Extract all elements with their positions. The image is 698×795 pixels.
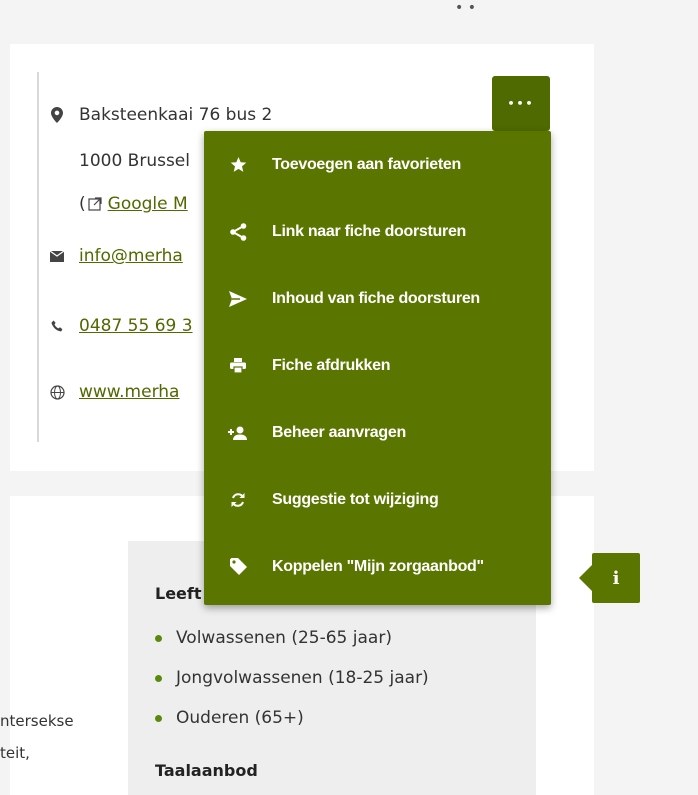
- globe-icon: [45, 384, 69, 400]
- menu-item-label: Koppelen "Mijn zorgaanbod": [272, 557, 484, 575]
- bullet-icon: [155, 714, 162, 722]
- language-heading: Taalaanbod: [155, 761, 258, 780]
- menu-item-manage-requests[interactable]: Beheer aanvragen: [204, 399, 551, 466]
- menu-item-label: Toevoegen aan favorieten: [272, 155, 462, 173]
- website-row: www.merha: [45, 382, 179, 402]
- list-item: Jongvolwassenen (18-25 jaar): [155, 668, 429, 688]
- tag-icon: [204, 558, 272, 575]
- share-icon: [204, 222, 272, 241]
- phone-row: 0487 55 69 3: [45, 316, 193, 336]
- location-pin-icon: [45, 107, 69, 123]
- menu-item-share-link[interactable]: Link naar fiche doorsturen: [204, 198, 551, 265]
- side-text-line: ntersekse: [0, 712, 74, 730]
- add-user-icon: [204, 426, 272, 440]
- top-strip: • •: [0, 0, 698, 44]
- menu-item-link-care-offer[interactable]: Koppelen "Mijn zorgaanbod": [204, 533, 551, 600]
- top-glyphs: • •: [455, 0, 476, 16]
- more-dots-icon: •••: [507, 97, 535, 110]
- website-link[interactable]: www.merha: [79, 382, 179, 402]
- send-icon: [204, 290, 272, 307]
- menu-item-favorites[interactable]: Toevoegen aan favorieten: [204, 131, 551, 198]
- google-maps-link[interactable]: Google M: [108, 194, 188, 214]
- bullet-icon: [155, 674, 162, 682]
- menu-item-label: Inhoud van fiche doorsturen: [272, 289, 480, 307]
- email-row: info@merha: [45, 246, 183, 266]
- menu-item-suggest-change[interactable]: Suggestie tot wijziging: [204, 466, 551, 533]
- age-item-label: Jongvolwassenen (18-25 jaar): [176, 668, 429, 688]
- info-icon: i: [612, 567, 620, 589]
- age-item-label: Volwassenen (25-65 jaar): [176, 628, 392, 648]
- side-text-line: teit,: [0, 744, 30, 762]
- info-button[interactable]: i: [579, 553, 640, 603]
- actions-menu: Toevoegen aan favorieten Link naar fiche…: [204, 131, 551, 605]
- map-link-row: ( Google M: [79, 194, 188, 214]
- list-item: Ouderen (65+): [155, 708, 304, 728]
- menu-item-print[interactable]: Fiche afdrukken: [204, 332, 551, 399]
- external-link-icon: [88, 197, 102, 211]
- menu-item-label: Suggestie tot wijziging: [272, 490, 439, 508]
- envelope-icon: [45, 250, 69, 262]
- phone-icon: [45, 320, 69, 333]
- address-line1: Baksteenkaai 76 bus 2: [79, 105, 273, 125]
- star-icon: [204, 156, 272, 173]
- more-actions-button[interactable]: •••: [492, 76, 550, 131]
- print-icon: [204, 358, 272, 373]
- card-divider: [37, 72, 39, 442]
- address-line2: 1000 Brussel: [79, 151, 190, 171]
- menu-item-label: Link naar fiche doorsturen: [272, 222, 467, 240]
- age-heading: Leeft: [155, 584, 202, 603]
- age-item-label: Ouderen (65+): [176, 708, 304, 728]
- address-line1-row: Baksteenkaai 76 bus 2: [45, 105, 272, 125]
- menu-item-send-content[interactable]: Inhoud van fiche doorsturen: [204, 265, 551, 332]
- map-prefix: (: [79, 194, 86, 214]
- menu-item-label: Beheer aanvragen: [272, 423, 406, 441]
- phone-link[interactable]: 0487 55 69 3: [79, 316, 193, 336]
- email-link[interactable]: info@merha: [79, 246, 183, 266]
- list-item: Volwassenen (25-65 jaar): [155, 628, 392, 648]
- bullet-icon: [155, 634, 162, 642]
- address-line2-row: 1000 Brussel: [79, 151, 190, 171]
- refresh-icon: [204, 492, 272, 508]
- menu-item-label: Fiche afdrukken: [272, 356, 391, 374]
